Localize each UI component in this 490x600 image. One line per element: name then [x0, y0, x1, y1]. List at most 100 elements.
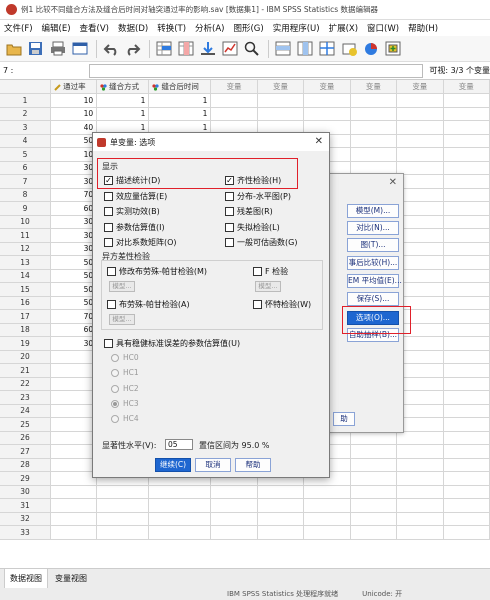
table-cell[interactable] — [148, 525, 212, 540]
residual-plot-checkbox[interactable]: 残差图(R) — [225, 206, 273, 217]
row-number[interactable]: 10 — [0, 215, 52, 229]
table-cell[interactable]: 1 — [96, 93, 150, 108]
table-row[interactable]: 2 10 1 1 — [0, 107, 490, 121]
table-cell[interactable] — [443, 269, 490, 283]
insert-variable-icon[interactable] — [295, 39, 314, 58]
table-cell[interactable] — [443, 215, 490, 229]
row-number[interactable]: 28 — [0, 458, 52, 472]
menu-window[interactable]: 窗口(W) — [367, 22, 399, 34]
redo-icon[interactable] — [123, 39, 142, 58]
row-number[interactable]: 5 — [0, 147, 52, 162]
table-cell[interactable] — [443, 93, 490, 108]
table-cell[interactable]: 30 — [50, 215, 98, 229]
plots-button[interactable]: 图(T)... — [347, 238, 399, 252]
table-cell[interactable] — [303, 498, 351, 513]
table-cell[interactable] — [50, 458, 98, 472]
table-cell[interactable] — [443, 282, 490, 297]
row-number[interactable]: 14 — [0, 269, 52, 283]
table-cell[interactable] — [350, 147, 398, 162]
table-cell[interactable] — [350, 134, 398, 148]
table-cell[interactable] — [443, 444, 490, 459]
table-cell[interactable]: 10 — [50, 93, 98, 108]
table-cell[interactable] — [257, 498, 305, 513]
row-number[interactable]: 9 — [0, 201, 52, 216]
table-cell[interactable] — [303, 485, 351, 499]
table-cell[interactable]: 50 — [50, 255, 98, 270]
print-icon[interactable] — [48, 39, 67, 58]
table-cell[interactable] — [443, 161, 490, 175]
table-cell[interactable] — [443, 363, 490, 378]
table-cell[interactable]: 1 — [148, 93, 212, 108]
row-number[interactable]: 31 — [0, 498, 52, 513]
spread-level-plot-checkbox[interactable]: 分布-水平图(P) — [225, 191, 291, 202]
column-header-empty[interactable]: 变量 — [396, 80, 444, 94]
contrast-coefficient-checkbox[interactable]: 对比系数矩阵(O) — [104, 237, 177, 248]
goto-variable-icon[interactable] — [176, 39, 195, 58]
row-number[interactable]: 17 — [0, 309, 52, 324]
table-cell[interactable]: 50 — [50, 134, 98, 148]
grid-corner[interactable] — [0, 80, 52, 94]
table-cell[interactable] — [96, 485, 150, 499]
table-cell[interactable] — [443, 404, 490, 418]
open-folder-icon[interactable] — [4, 39, 23, 58]
table-cell[interactable]: 60 — [50, 323, 98, 337]
table-cell[interactable] — [443, 417, 490, 432]
menu-view[interactable]: 查看(V) — [80, 22, 109, 34]
insert-cases-icon[interactable] — [273, 39, 292, 58]
hc2-radio[interactable]: HC2 — [111, 384, 139, 393]
weight-cases-icon[interactable] — [339, 39, 358, 58]
table-cell[interactable] — [443, 255, 490, 270]
row-number[interactable]: 24 — [0, 404, 52, 418]
column-header-empty[interactable]: 变量 — [257, 80, 305, 94]
table-cell[interactable]: 1 — [148, 107, 212, 121]
hc0-radio[interactable]: HC0 — [111, 353, 139, 362]
em-means-button[interactable]: EM 平均值(E)... — [347, 274, 402, 288]
row-number[interactable]: 8 — [0, 188, 52, 202]
table-cell[interactable] — [210, 512, 258, 526]
table-cell[interactable] — [350, 444, 398, 459]
row-number[interactable]: 3 — [0, 120, 52, 135]
goto-case-icon[interactable] — [154, 39, 173, 58]
table-cell[interactable] — [396, 485, 444, 499]
run-descriptives-icon[interactable] — [220, 39, 239, 58]
close-icon[interactable]: ✕ — [389, 177, 397, 188]
row-number[interactable]: 7 — [0, 174, 52, 189]
table-cell[interactable] — [50, 377, 98, 391]
f-test-model-button[interactable]: 模型... — [255, 281, 281, 292]
table-cell[interactable] — [350, 485, 398, 499]
table-cell[interactable]: 30 — [50, 161, 98, 175]
table-row[interactable]: 1 10 1 1 — [0, 93, 490, 108]
save-icon[interactable] — [26, 39, 45, 58]
table-cell[interactable] — [210, 498, 258, 513]
table-cell[interactable]: 70 — [50, 188, 98, 202]
table-cell[interactable] — [443, 377, 490, 391]
column-header-empty[interactable]: 变量 — [303, 80, 351, 94]
table-cell[interactable] — [443, 525, 490, 540]
table-cell[interactable] — [303, 93, 351, 108]
table-cell[interactable] — [148, 512, 212, 526]
table-cell[interactable] — [443, 309, 490, 324]
table-cell[interactable] — [148, 498, 212, 513]
breusch-pagan-model-button[interactable]: 模型... — [109, 314, 135, 325]
table-cell[interactable] — [443, 485, 490, 499]
row-number[interactable]: 16 — [0, 296, 52, 310]
table-cell[interactable] — [303, 107, 351, 121]
table-cell[interactable] — [396, 444, 444, 459]
table-cell[interactable] — [210, 525, 258, 540]
row-number[interactable]: 4 — [0, 134, 52, 148]
table-cell[interactable] — [396, 471, 444, 486]
table-cell[interactable]: 50 — [50, 269, 98, 283]
table-cell[interactable] — [50, 444, 98, 459]
close-icon[interactable]: ✕ — [315, 136, 323, 147]
column-header-suture-time[interactable]: 缝合后时间 — [148, 80, 212, 94]
variables-icon[interactable] — [198, 39, 217, 58]
table-cell[interactable]: 30 — [50, 242, 98, 256]
table-cell[interactable] — [396, 107, 444, 121]
observed-power-checkbox[interactable]: 实测功效(B) — [104, 206, 160, 217]
table-cell[interactable] — [50, 498, 98, 513]
column-header-passrate[interactable]: 通过率 — [50, 80, 98, 94]
help-button[interactable]: 助 — [333, 412, 355, 426]
table-cell[interactable] — [443, 323, 490, 337]
table-cell[interactable]: 50 — [50, 282, 98, 297]
menu-file[interactable]: 文件(F) — [4, 22, 33, 34]
